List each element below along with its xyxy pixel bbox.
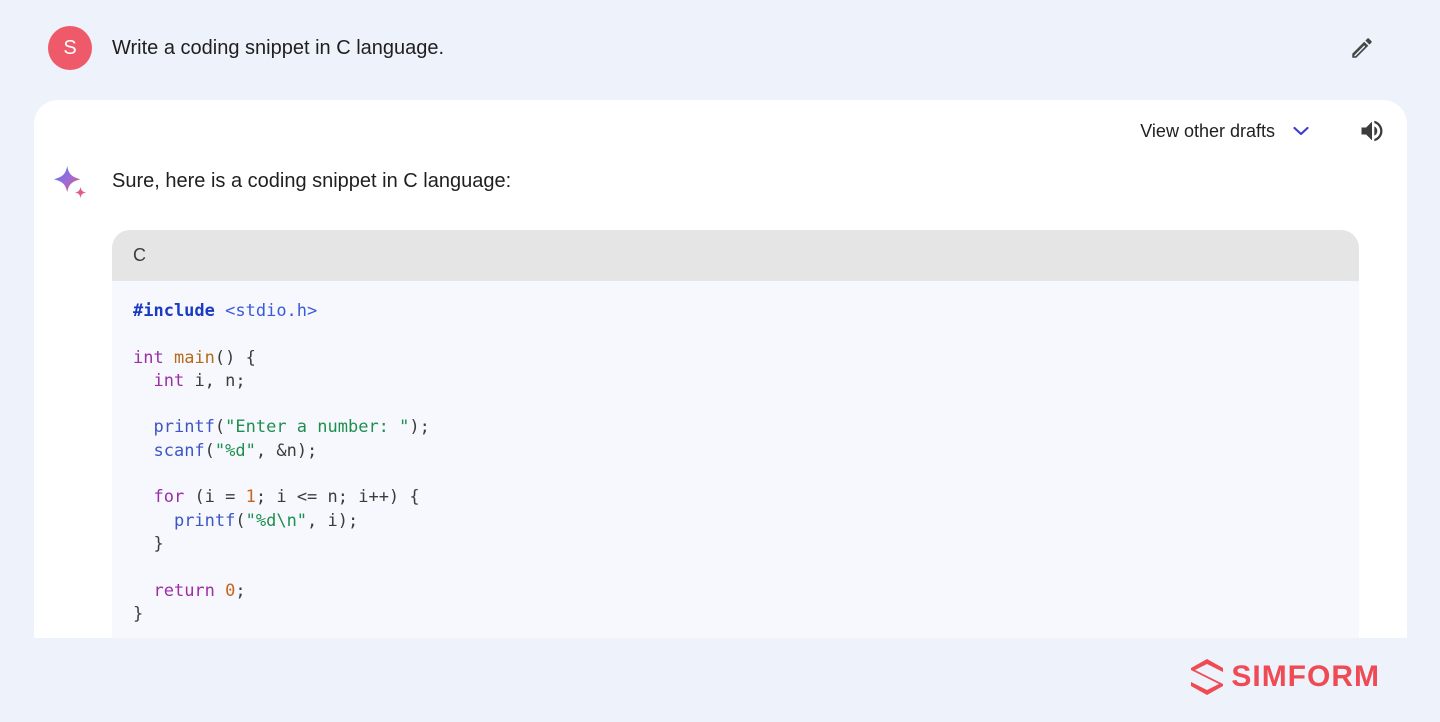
code-line: } — [133, 603, 1338, 626]
code-token: int — [153, 370, 185, 391]
code-line: printf("Enter a number: "); — [133, 416, 1338, 439]
code-line: printf("%d\n", i); — [133, 510, 1338, 533]
code-token: } — [133, 603, 144, 624]
code-token: 0 — [225, 580, 236, 601]
code-token: ( — [214, 417, 226, 438]
code-token: #include — [133, 301, 215, 321]
code-line: int main() { — [133, 347, 1338, 370]
code-token: "%d" — [214, 440, 256, 461]
code-token: <stdio.h> — [225, 301, 318, 321]
code-line: ​ — [133, 556, 1338, 579]
response-intro-text: Sure, here is a coding snippet in C lang… — [112, 170, 512, 192]
code-token: scanf — [153, 440, 205, 461]
code-body[interactable]: #include <stdio.h>​int main() { int i, n… — [112, 281, 1359, 626]
pencil-icon — [1352, 38, 1372, 58]
code-line: return 0; — [133, 580, 1338, 603]
code-token: printf — [153, 417, 215, 438]
simform-logo-text: SIMFORM — [1231, 660, 1380, 693]
code-token: ); — [409, 417, 430, 438]
code-token: 1 — [245, 487, 256, 508]
user-prompt-text: Write a coding snippet in C language. — [112, 36, 445, 59]
code-line: for (i = 1; i <= n; i++) { — [133, 486, 1338, 509]
simform-logo-icon — [1191, 659, 1224, 695]
code-token: ( — [204, 440, 215, 461]
code-token: printf — [173, 510, 236, 531]
code-token: for — [153, 487, 185, 508]
code-line: scanf("%d", &n); — [133, 440, 1338, 463]
user-avatar[interactable]: S — [48, 26, 92, 70]
response-card: View other drafts Sure, here is a coding… — [34, 100, 1407, 638]
code-token: ; i <= n; i++) { — [255, 487, 420, 508]
edit-prompt-button[interactable] — [1348, 34, 1376, 62]
code-token: main — [173, 347, 215, 368]
code-line: } — [133, 533, 1338, 556]
read-aloud-button[interactable] — [1357, 116, 1387, 146]
code-language-label: C — [112, 230, 1359, 281]
code-token: int — [133, 347, 164, 368]
code-token: , &n); — [255, 440, 318, 461]
sparkle-icon — [53, 165, 87, 199]
code-token: ; — [235, 580, 246, 601]
code-token: , i); — [307, 510, 359, 531]
code-line: ​ — [133, 463, 1338, 486]
code-token: i, n; — [184, 370, 246, 391]
simform-logo: SIMFORM — [1189, 658, 1380, 696]
code-token: return — [153, 580, 215, 601]
view-other-drafts-label: View other drafts — [1140, 120, 1275, 141]
code-line: ​ — [133, 323, 1338, 346]
code-token: "Enter a number: " — [225, 417, 410, 438]
code-token: ( — [235, 510, 246, 531]
code-token: } — [133, 533, 164, 554]
code-block: C #include <stdio.h>​int main() { int i,… — [112, 230, 1359, 638]
user-message-row: S Write a coding snippet in C language. — [48, 26, 1406, 70]
code-token: () { — [214, 347, 256, 368]
code-line: int i, n; — [133, 370, 1338, 393]
code-line: #include <stdio.h> — [133, 300, 1338, 323]
code-line: ​ — [133, 393, 1338, 416]
speaker-icon — [1361, 120, 1383, 142]
chevron-down-icon — [1291, 121, 1311, 141]
code-token: (i = — [184, 487, 246, 508]
view-other-drafts-button[interactable]: View other drafts — [1140, 118, 1311, 144]
code-token: "%d\n" — [245, 510, 308, 531]
